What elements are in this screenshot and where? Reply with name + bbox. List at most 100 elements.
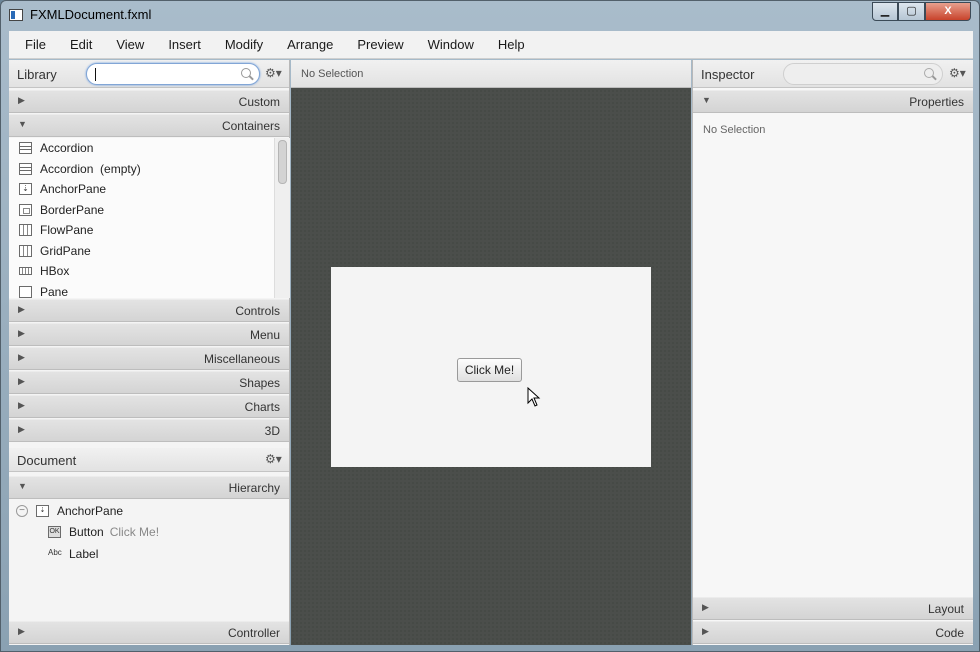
list-item-anchorpane[interactable]: ⇣ AnchorPane <box>9 179 274 200</box>
section-properties-label: Properties <box>909 95 964 109</box>
section-controls[interactable]: ▶ Controls <box>9 299 289 322</box>
collapsed-arrow-icon: ▶ <box>18 400 25 410</box>
inspector-search-input[interactable] <box>783 63 943 85</box>
menu-preview[interactable]: Preview <box>345 37 415 52</box>
section-charts[interactable]: ▶ Charts <box>9 395 289 418</box>
expanded-arrow-icon: ▼ <box>702 95 711 105</box>
section-controls-label: Controls <box>235 304 280 318</box>
tree-node-label: AnchorPane <box>57 503 124 518</box>
section-menu[interactable]: ▶ Menu <box>9 323 289 346</box>
search-icon <box>924 68 934 78</box>
flowpane-icon <box>19 224 32 237</box>
list-item-label: HBox <box>40 264 70 279</box>
section-charts-label: Charts <box>244 400 280 414</box>
anchorpane-icon: ⇣ <box>19 183 32 196</box>
list-item-pane[interactable]: Pane <box>9 282 274 298</box>
section-custom-label: Custom <box>238 95 280 109</box>
section-3d-label: 3D <box>264 424 280 438</box>
section-containers[interactable]: ▼ Containers <box>9 114 289 137</box>
document-gear-icon[interactable]: ⚙▾ <box>265 452 282 466</box>
collapsed-arrow-icon: ▶ <box>18 626 25 636</box>
tree-row-button[interactable]: OK Button Click Me! <box>9 522 289 544</box>
library-gear-icon[interactable]: ⚙▾ <box>265 66 282 80</box>
app-icon <box>9 9 23 21</box>
library-title: Library <box>17 67 57 82</box>
section-layout-label: Layout <box>927 602 964 616</box>
containers-scrollbar[interactable] <box>274 138 290 298</box>
menu-view[interactable]: View <box>104 37 156 52</box>
list-item-label: Pane <box>40 284 69 298</box>
scrollbar-thumb[interactable] <box>278 140 287 184</box>
collapsed-arrow-icon: ▶ <box>702 626 709 636</box>
menu-help[interactable]: Help <box>486 37 537 52</box>
menu-edit[interactable]: Edit <box>58 37 104 52</box>
section-shapes[interactable]: ▶ Shapes <box>9 371 289 394</box>
section-properties[interactable]: ▼ Properties <box>693 90 973 113</box>
click-me-button[interactable]: Click Me! <box>457 358 522 382</box>
collapsed-arrow-icon: ▶ <box>702 602 709 612</box>
containers-list: Accordion Accordion (empty) ⇣ AnchorPane… <box>9 138 274 298</box>
inspector-panel: Inspector ⚙▾ ▼ Properties No Selection ▶… <box>692 60 973 645</box>
section-custom[interactable]: ▶ Custom <box>9 90 289 113</box>
list-item-label: FlowPane <box>40 223 94 238</box>
borderpane-icon <box>19 203 32 216</box>
list-item-hbox[interactable]: HBox <box>9 261 274 282</box>
mouse-cursor-icon <box>527 387 541 407</box>
list-item-label: AnchorPane <box>40 182 107 197</box>
list-item-accordion[interactable]: Accordion <box>9 138 274 159</box>
accordion-icon <box>19 162 32 175</box>
minimize-button[interactable]: ▁ <box>872 2 898 21</box>
menu-arrange[interactable]: Arrange <box>275 37 345 52</box>
button-icon: OK <box>48 526 61 539</box>
label-icon: Abc <box>48 547 62 557</box>
list-item-gridpane[interactable]: GridPane <box>9 241 274 262</box>
inspector-title: Inspector <box>701 67 755 82</box>
tree-node-label: Button <box>69 525 104 540</box>
text-caret <box>95 68 96 81</box>
tree-row-label[interactable]: Abc Label <box>9 543 289 565</box>
app-window: FXMLDocument.fxml ▁ ▢ X File Edit View I… <box>0 0 980 652</box>
library-search-input[interactable] <box>86 63 260 85</box>
list-item-label: Accordion (empty) <box>40 161 141 176</box>
section-hierarchy[interactable]: ▼ Hierarchy <box>9 476 289 499</box>
left-panel: Library ⚙▾ ▶ Custom ▼ Containers Accordi… <box>9 60 290 645</box>
menu-modify[interactable]: Modify <box>213 37 275 52</box>
menu-bar: File Edit View Insert Modify Arrange Pre… <box>9 31 973 59</box>
anchorpane-icon: ⇣ <box>36 504 49 517</box>
section-code-label: Code <box>935 626 964 640</box>
inspector-gear-icon[interactable]: ⚙▾ <box>949 66 966 80</box>
search-icon <box>241 68 251 78</box>
list-item-accordion-empty[interactable]: Accordion (empty) <box>9 159 274 180</box>
library-header: Library ⚙▾ <box>9 60 289 88</box>
section-controller-label: Controller <box>227 626 280 640</box>
collapsed-arrow-icon: ▶ <box>18 304 25 314</box>
anchor-pane-preview[interactable]: Click Me! <box>331 267 651 467</box>
section-miscellaneous[interactable]: ▶ Miscellaneous <box>9 347 289 370</box>
menu-window[interactable]: Window <box>416 37 486 52</box>
menu-insert[interactable]: Insert <box>156 37 213 52</box>
gridpane-icon <box>19 244 32 257</box>
list-item-borderpane[interactable]: BorderPane <box>9 200 274 221</box>
section-code[interactable]: ▶ Code <box>693 621 973 644</box>
list-item-label: BorderPane <box>40 202 105 217</box>
document-header: Document ⚙▾ <box>9 448 289 472</box>
inspector-no-selection: No Selection <box>703 124 766 136</box>
menu-file[interactable]: File <box>13 37 58 52</box>
collapsed-arrow-icon: ▶ <box>18 95 25 105</box>
accordion-icon <box>19 142 32 155</box>
section-menu-label: Menu <box>249 328 280 342</box>
collapse-toggle-icon[interactable]: − <box>16 505 28 517</box>
close-button[interactable]: X <box>925 2 971 21</box>
maximize-button[interactable]: ▢ <box>898 2 925 21</box>
collapsed-arrow-icon: ▶ <box>18 376 25 386</box>
tree-row-anchorpane[interactable]: − ⇣ AnchorPane <box>9 500 289 522</box>
section-controller[interactable]: ▶ Controller <box>9 621 289 644</box>
collapsed-arrow-icon: ▶ <box>18 424 25 434</box>
list-item-label: GridPane <box>40 243 91 258</box>
section-3d[interactable]: ▶ 3D <box>9 419 289 442</box>
section-layout[interactable]: ▶ Layout <box>693 597 973 620</box>
document-title: Document <box>17 453 77 468</box>
list-item-flowpane[interactable]: FlowPane <box>9 220 274 241</box>
tree-node-sublabel: Click Me! <box>109 525 160 540</box>
tree-node-label: Label <box>69 546 99 561</box>
